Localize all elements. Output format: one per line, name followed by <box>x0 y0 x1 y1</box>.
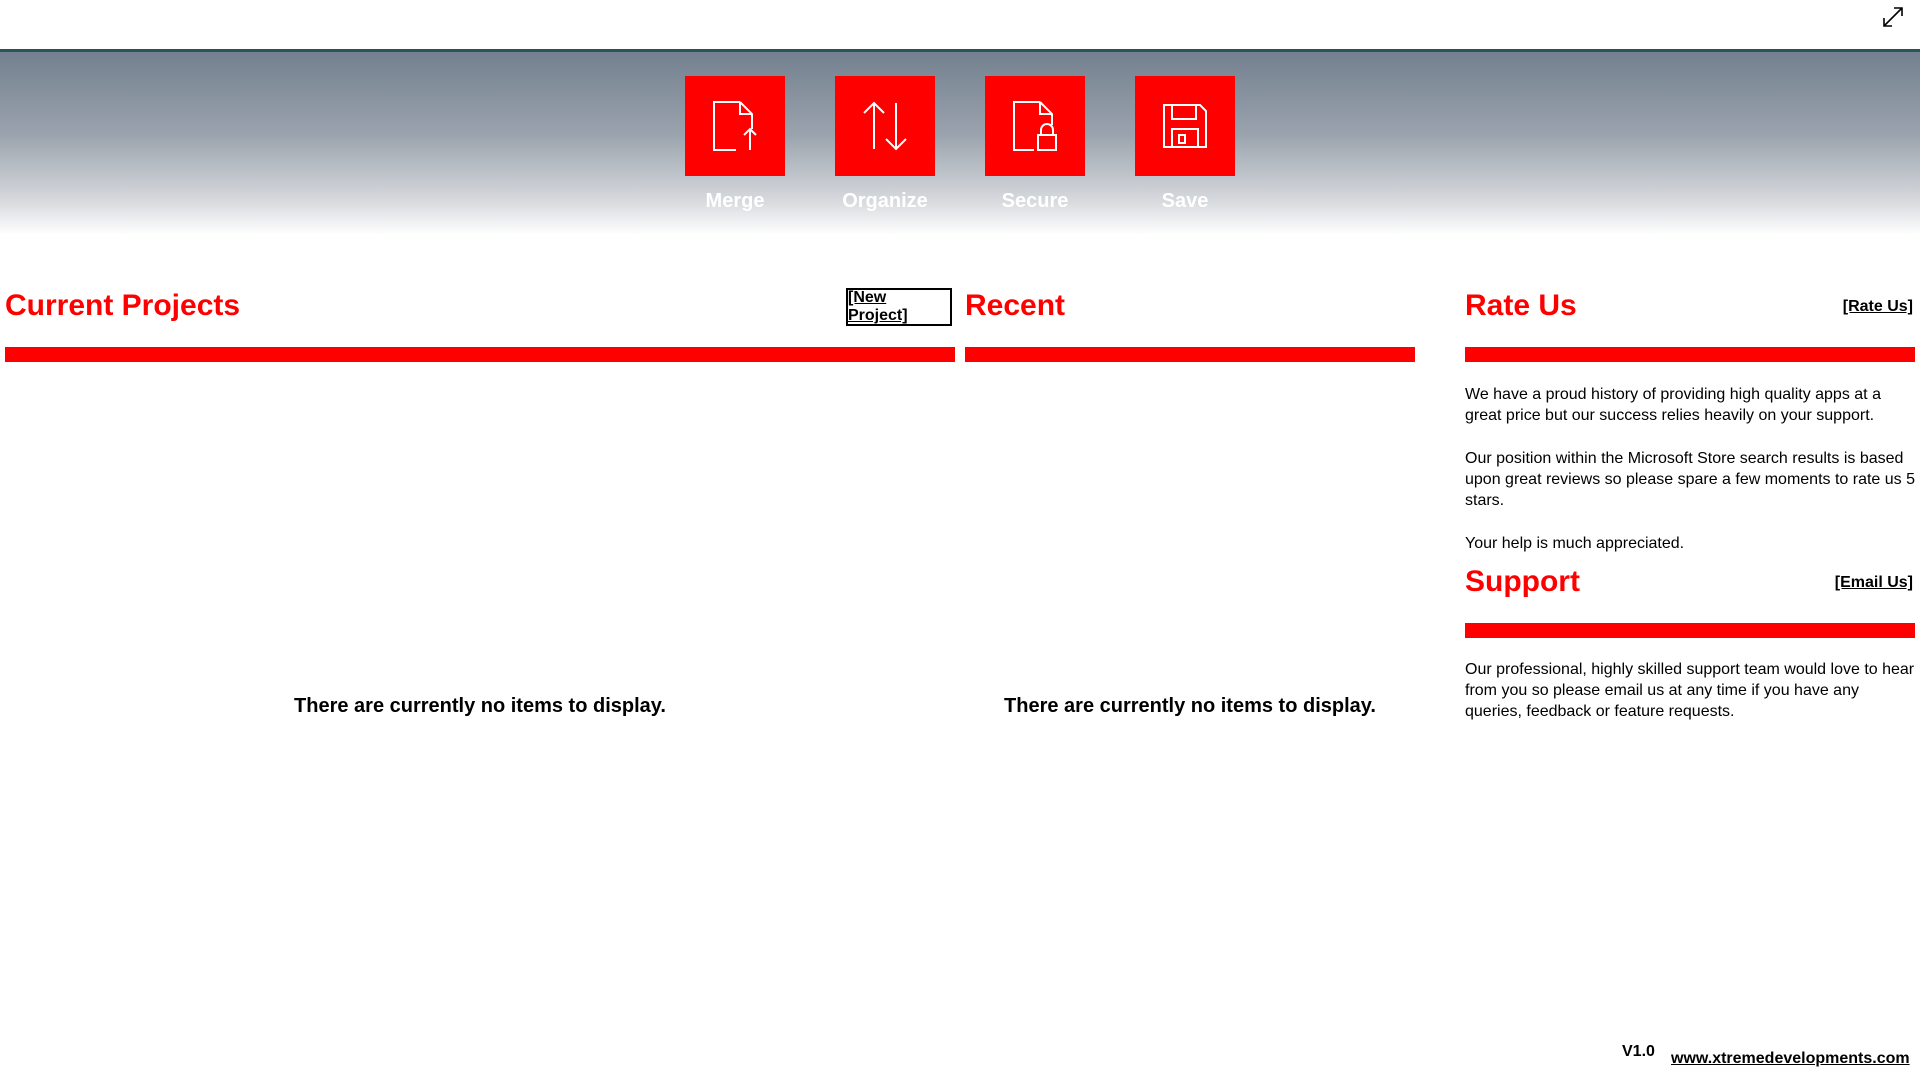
lock-document-icon <box>1013 101 1057 151</box>
rate-us-paragraph-2: Our position within the Microsoft Store … <box>1465 450 1916 509</box>
rate-us-link[interactable]: [Rate Us] <box>1843 298 1913 316</box>
secure-label: Secure <box>1001 190 1069 212</box>
toolbar-banner: Merge Organize Secure Save <box>0 49 1920 235</box>
website-link[interactable]: www.xtremedevelopments.com <box>1671 1050 1910 1068</box>
expand-window-icon[interactable] <box>1880 4 1906 30</box>
save-button[interactable]: Save <box>1135 76 1235 213</box>
save-tile[interactable] <box>1135 76 1235 176</box>
recent-title: Recent <box>965 289 1066 322</box>
organize-tile[interactable] <box>835 76 935 176</box>
recent-empty-message: There are currently no items to display. <box>1004 695 1376 717</box>
email-us-link[interactable]: [Email Us] <box>1835 574 1913 592</box>
support-title: Support <box>1465 565 1580 598</box>
support-divider <box>1465 623 1915 638</box>
save-label: Save <box>1161 190 1209 212</box>
current-projects-divider <box>5 347 955 362</box>
organize-button[interactable]: Organize <box>835 76 935 213</box>
recent-divider <box>965 347 1415 362</box>
support-paragraph: Our professional, highly skilled support… <box>1465 661 1915 720</box>
version-label: V1.0 <box>1622 1043 1655 1060</box>
secure-button[interactable]: Secure <box>985 76 1085 213</box>
merge-label: Merge <box>705 190 765 212</box>
rate-us-title: Rate Us <box>1465 289 1577 322</box>
current-projects-empty-message: There are currently no items to display. <box>294 695 666 717</box>
new-project-link[interactable]: [New Project] <box>846 288 952 326</box>
current-projects-title: Current Projects <box>5 289 241 322</box>
rate-us-divider <box>1465 347 1915 362</box>
rate-us-paragraph-1: We have a proud history of providing hig… <box>1465 386 1881 424</box>
organize-label: Organize <box>842 190 928 212</box>
rate-us-paragraph-3: Your help is much appreciated. <box>1465 535 1685 552</box>
title-bar <box>0 0 1920 49</box>
sort-arrows-icon <box>863 101 907 151</box>
merge-document-icon <box>713 101 757 151</box>
merge-tile[interactable] <box>685 76 785 176</box>
secure-tile[interactable] <box>985 76 1085 176</box>
floppy-disk-icon <box>1163 104 1207 148</box>
merge-button[interactable]: Merge <box>685 76 785 213</box>
